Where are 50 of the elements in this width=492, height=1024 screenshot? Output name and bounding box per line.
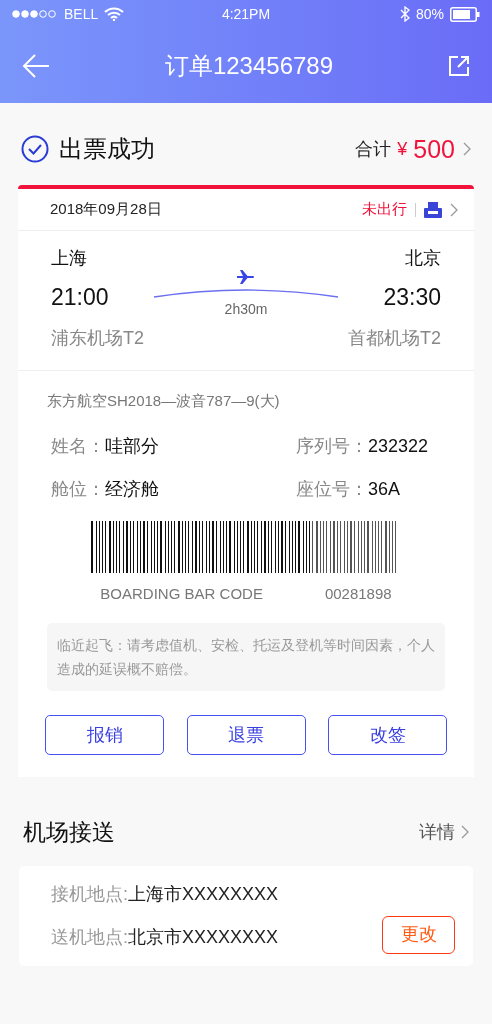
page-title: 订单123456789 [164, 50, 334, 81]
departure-time: 21:00 [51, 283, 110, 312]
arrival-city: 北京 [405, 247, 441, 270]
details-link[interactable]: 详情 [419, 818, 455, 846]
field-value: 经济舱 [105, 477, 159, 501]
notice-text: 临近起飞：请考虑值机、安检、托运及登机等时间因素，个人造成的延误概不赔偿。 [57, 636, 435, 679]
carrier-name: BELL [64, 4, 99, 24]
field-label: 舱位： [51, 477, 105, 501]
chevron-icon [463, 142, 471, 156]
airplane-icon [237, 269, 255, 285]
ticket-status-title: 出票成功 [59, 134, 155, 164]
barcode-caption: BOARDING BAR CODE [100, 583, 263, 604]
barcode-number: 00281898 [324, 583, 392, 604]
battery-percent: 80% [415, 4, 444, 24]
flight-duration: 2h30m [224, 300, 268, 319]
field-value: 36A [368, 477, 401, 501]
signal-icon [12, 10, 58, 18]
field-label: 座位号： [296, 477, 368, 501]
departure-airport: 浦东机场T2 [51, 326, 144, 350]
arrival-airport: 首都机场T2 [348, 326, 441, 350]
action-button[interactable]: 改签 [328, 715, 447, 755]
flight-info: 东方航空SH2018—波音787—9(大) [47, 391, 280, 409]
transfer-address: 北京市XXXXXXXX [128, 925, 279, 949]
transfer-label: 接机地点: [51, 882, 128, 906]
transfer-label: 送机地点: [51, 925, 128, 949]
bluetooth-icon [399, 6, 410, 22]
transfer-address: 上海市XXXXXXXX [128, 882, 279, 906]
section-title: 机场接送 [23, 818, 115, 847]
field-label: 序列号： [296, 434, 368, 458]
action-button[interactable]: 退票 [186, 715, 306, 755]
departure-city: 上海 [51, 247, 88, 270]
field-label: 姓名： [51, 434, 105, 458]
total-label: 合计 [355, 137, 392, 161]
chevron-icon [461, 825, 469, 840]
share-icon[interactable] [448, 54, 470, 77]
printer-icon[interactable] [424, 201, 442, 218]
battery-icon [450, 6, 480, 22]
wifi-icon [104, 7, 125, 21]
flight-date: 2018年09月28日 [50, 199, 162, 220]
arrival-time: 23:30 [383, 283, 441, 312]
field-value: 232322 [368, 434, 429, 458]
trip-status: 未出行 [362, 199, 407, 220]
field-value: 哇部分 [105, 434, 159, 458]
clock-time: 4:21PM [221, 4, 271, 24]
action-button[interactable]: 报销 [45, 715, 164, 755]
total-amount: 500 [413, 136, 455, 162]
back-arrow-icon[interactable] [22, 52, 50, 79]
chevron-icon [450, 202, 458, 217]
currency-sign: ¥ [397, 137, 408, 161]
check-circle-icon [21, 135, 49, 163]
